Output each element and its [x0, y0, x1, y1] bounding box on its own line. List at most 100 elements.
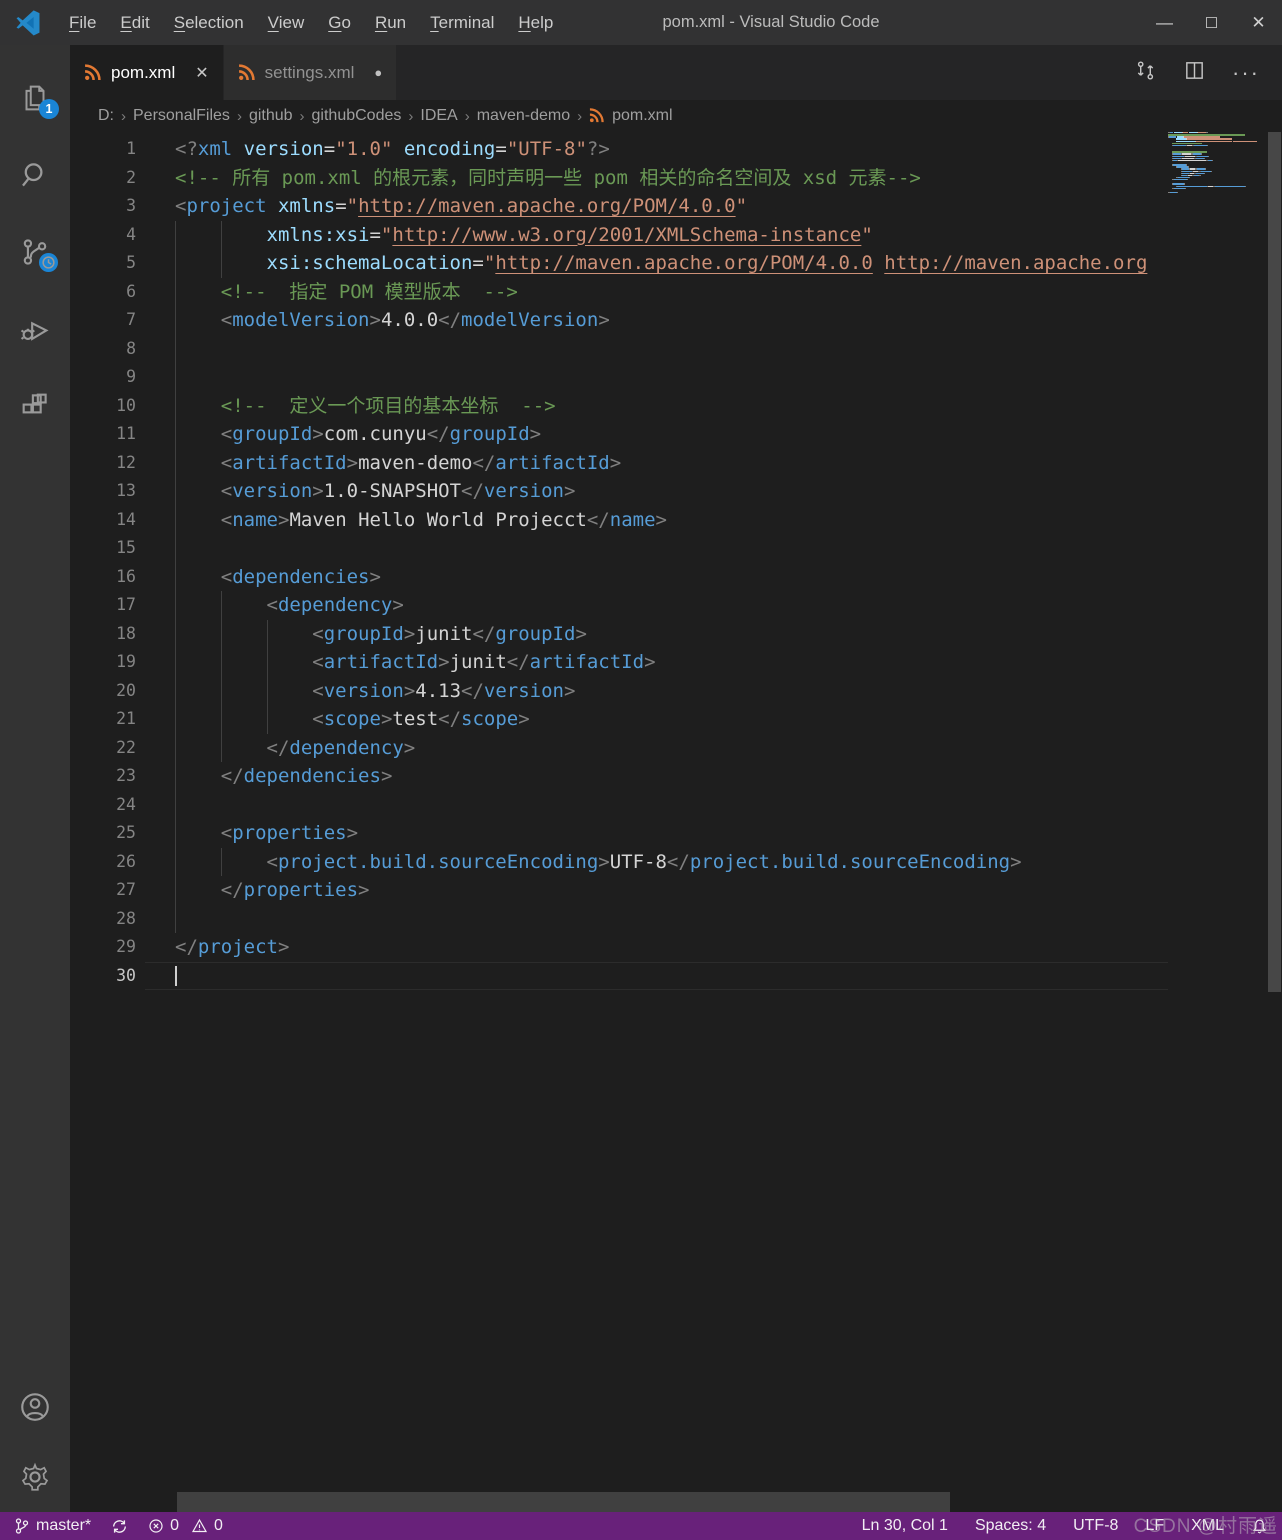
minimize-button[interactable]: —	[1141, 0, 1188, 45]
indent-guide	[175, 448, 176, 477]
code-line-18[interactable]: 18 <groupId>junit</groupId>	[70, 619, 1168, 648]
indent-guide	[175, 334, 176, 363]
minimap[interactable]	[1168, 132, 1266, 1512]
vertical-scrollbar[interactable]	[1267, 132, 1282, 1512]
indent-guide	[175, 648, 176, 677]
open-changes-icon[interactable]	[1134, 59, 1157, 87]
breadcrumb-item-d[interactable]: D:	[98, 107, 114, 125]
indent-guide	[175, 562, 176, 591]
more-actions-icon[interactable]: ···	[1232, 60, 1260, 86]
code-line-14[interactable]: 14 <name>Maven Hello World Projecct</nam…	[70, 505, 1168, 534]
code-line-23[interactable]: 23 </dependencies>	[70, 762, 1168, 791]
line-number: 16	[116, 566, 136, 586]
breadcrumb-item-idea[interactable]: IDEA	[420, 107, 457, 125]
close-button[interactable]: ✕	[1235, 0, 1282, 45]
horizontal-scrollbar-slider[interactable]	[177, 1492, 950, 1512]
encoding-indicator[interactable]: UTF-8	[1073, 1517, 1118, 1535]
code-line-26[interactable]: 26 <project.build.sourceEncoding>UTF-8</…	[70, 847, 1168, 876]
indentation-indicator[interactable]: Spaces: 4	[975, 1517, 1046, 1535]
code-line-25[interactable]: 25 <properties>	[70, 819, 1168, 848]
run-debug-icon[interactable]	[0, 290, 70, 367]
menu-file[interactable]: File	[57, 0, 108, 45]
menu-view[interactable]: View	[256, 0, 317, 45]
tab-dirty-icon[interactable]: ●	[374, 65, 382, 80]
indent-guide	[175, 904, 176, 933]
line-number: 1	[126, 139, 136, 158]
line-content: </properties>	[145, 876, 1168, 905]
code-line-2[interactable]: 2 <!-- 所有 pom.xml 的根元素，同时声明一些 pom 相关的命名空间…	[70, 164, 1168, 193]
code-line-11[interactable]: 11 <groupId>com.cunyu</groupId>	[70, 420, 1168, 449]
indent-guide	[220, 847, 222, 876]
tab-settings-xml[interactable]: settings.xml ●	[223, 45, 398, 100]
code-line-29[interactable]: 29 </project>	[70, 933, 1168, 962]
code-line-9[interactable]: 9	[70, 363, 1168, 392]
editor[interactable]: 1 <?xml version="1.0" encoding="UTF-8"?> 2…	[70, 132, 1282, 1512]
code-line-6[interactable]: 6 <!-- 指定 POM 模型版本 -->	[70, 277, 1168, 306]
menu-selection[interactable]: Selection	[162, 0, 256, 45]
code-line-15[interactable]: 15	[70, 534, 1168, 563]
line-content: </dependency>	[145, 733, 1168, 762]
search-icon[interactable]	[0, 136, 70, 213]
xml-file-icon	[589, 107, 606, 125]
vertical-scrollbar-slider[interactable]	[1268, 132, 1281, 992]
settings-gear-icon[interactable]	[0, 1442, 70, 1512]
indent-guide	[220, 733, 222, 762]
breadcrumb-item-personalfiles[interactable]: PersonalFiles	[133, 107, 230, 125]
git-branch-indicator[interactable]: master*	[14, 1517, 91, 1535]
code-line-4[interactable]: 4 xmlns:xsi="http://www.w3.org/2001/XMLS…	[70, 220, 1168, 249]
menu-edit[interactable]: Edit	[108, 0, 161, 45]
indent-guide	[175, 762, 176, 791]
code-line-13[interactable]: 13 <version>1.0-SNAPSHOT</version>	[70, 477, 1168, 506]
source-control-icon[interactable]	[0, 213, 70, 290]
code-line-1[interactable]: 1 <?xml version="1.0" encoding="UTF-8"?>	[70, 135, 1168, 164]
code-line-22[interactable]: 22 </dependency>	[70, 733, 1168, 762]
code-line-17[interactable]: 17 <dependency>	[70, 591, 1168, 620]
explorer-icon[interactable]: 1	[0, 59, 70, 136]
indent-guide	[220, 220, 222, 249]
code-line-16[interactable]: 16 <dependencies>	[70, 562, 1168, 591]
code-line-20[interactable]: 20 <version>4.13</version>	[70, 676, 1168, 705]
breadcrumb-item-github[interactable]: github	[249, 107, 293, 125]
code-line-12[interactable]: 12 <artifactId>maven-demo</artifactId>	[70, 448, 1168, 477]
line-number: 30	[116, 965, 136, 985]
breadcrumb-item-pomxml[interactable]: pom.xml	[589, 107, 673, 125]
line-number: 23	[116, 766, 136, 785]
code-line-21[interactable]: 21 <scope>test</scope>	[70, 705, 1168, 734]
code-line-10[interactable]: 10 <!-- 定义一个项目的基本坐标 -->	[70, 391, 1168, 420]
code-line-24[interactable]: 24	[70, 790, 1168, 819]
tab-pom-xml[interactable]: pom.xml ✕	[70, 45, 224, 100]
split-editor-icon[interactable]	[1183, 59, 1206, 87]
breadcrumb-item-mavendemo[interactable]: maven-demo	[477, 107, 570, 125]
sync-changes-button[interactable]	[111, 1518, 128, 1535]
tab-close-icon[interactable]: ✕	[195, 63, 208, 83]
code-line-27[interactable]: 27 </properties>	[70, 876, 1168, 905]
line-content	[145, 904, 1168, 933]
code-line-8[interactable]: 8	[70, 334, 1168, 363]
breadcrumb-item-githubcodes[interactable]: githubCodes	[312, 107, 402, 125]
menu-run[interactable]: Run	[363, 0, 418, 45]
code-line-19[interactable]: 19 <artifactId>junit</artifactId>	[70, 648, 1168, 677]
line-number: 24	[116, 794, 136, 814]
code-line-5[interactable]: 5 xsi:schemaLocation="http://maven.apach…	[70, 249, 1168, 278]
indent-guide	[175, 847, 176, 876]
maximize-button[interactable]: ☐	[1188, 0, 1235, 45]
code-line-28[interactable]: 28	[70, 904, 1168, 933]
line-number: 15	[116, 538, 136, 557]
line-number: 20	[116, 680, 136, 700]
code-line-30[interactable]: 30	[70, 961, 1168, 990]
line-content: <modelVersion>4.0.0</modelVersion>	[145, 306, 1168, 335]
accounts-icon[interactable]	[0, 1372, 70, 1442]
indent-guide	[175, 819, 176, 848]
extensions-icon[interactable]	[0, 367, 70, 444]
line-number: 4	[126, 224, 136, 244]
problems-indicator[interactable]: 0 0	[148, 1517, 223, 1535]
eol-indicator[interactable]: LF	[1145, 1517, 1164, 1535]
menu-go[interactable]: Go	[316, 0, 363, 45]
language-mode-indicator[interactable]: XML	[1191, 1517, 1224, 1535]
code-line-7[interactable]: 7 <modelVersion>4.0.0</modelVersion>	[70, 306, 1168, 335]
menu-help[interactable]: Help	[506, 0, 565, 45]
menu-terminal[interactable]: Terminal	[418, 0, 506, 45]
notifications-bell-icon[interactable]	[1251, 1518, 1268, 1535]
code-line-3[interactable]: 3 <project xmlns="http://maven.apache.org…	[70, 192, 1168, 221]
cursor-position-indicator[interactable]: Ln 30, Col 1	[862, 1517, 948, 1535]
